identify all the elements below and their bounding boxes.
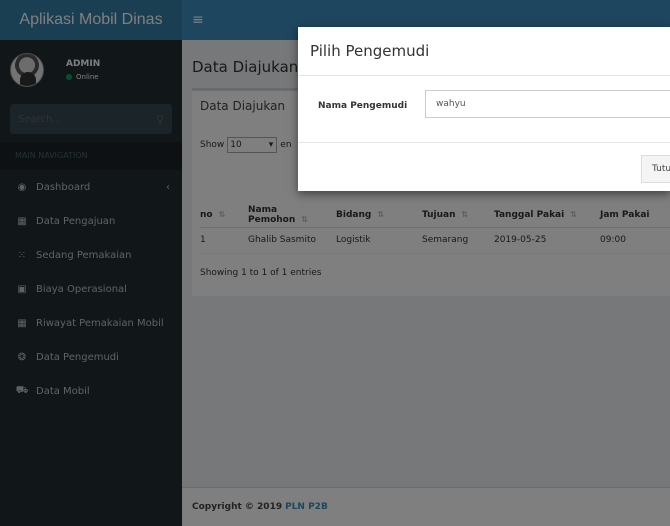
modal-header: Pilih Pengemudi xyxy=(298,27,670,76)
nama-pengemudi-label: Nama Pengemudi xyxy=(318,101,408,111)
modal-title: Pilih Pengemudi xyxy=(310,42,430,60)
modal-body: Nama Pengemudi xyxy=(298,76,670,143)
pilih-pengemudi-modal: Pilih Pengemudi Nama Pengemudi Tutup xyxy=(298,27,670,191)
tutup-button-label: Tutup xyxy=(652,164,670,174)
nama-pengemudi-input[interactable] xyxy=(425,90,670,118)
tutup-button[interactable]: Tutup xyxy=(641,155,670,183)
